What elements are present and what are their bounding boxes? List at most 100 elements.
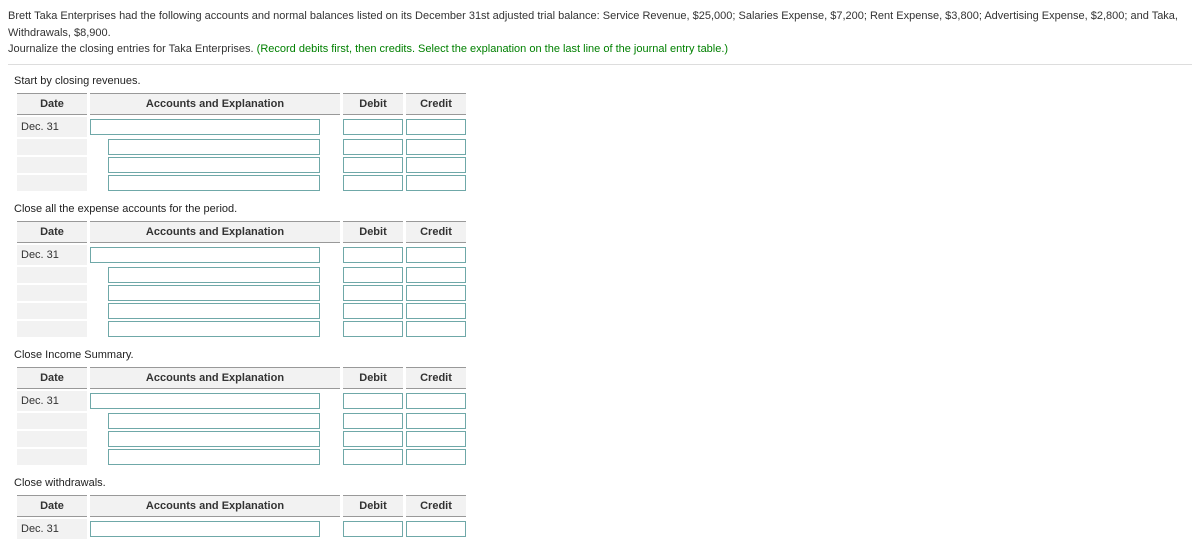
credit-input[interactable]: [406, 431, 466, 447]
col-header-debit: Debit: [343, 495, 403, 517]
step-title: Close Income Summary.: [14, 349, 1192, 361]
date-cell: [17, 139, 87, 155]
date-cell: Dec. 31: [17, 391, 87, 411]
step-title: Close withdrawals.: [14, 477, 1192, 489]
step-title: Close all the expense accounts for the p…: [14, 203, 1192, 215]
debit-input[interactable]: [343, 431, 403, 447]
date-cell: [17, 267, 87, 283]
accounts-explanation-input[interactable]: [108, 175, 320, 191]
date-cell: [17, 431, 87, 447]
journal-entry-table: DateAccounts and ExplanationDebitCredit D…: [14, 365, 469, 467]
intro-line1: Brett Taka Enterprises had the following…: [8, 8, 1192, 41]
intro-hint: (Record debits first, then credits. Sele…: [257, 43, 728, 55]
table-row: [17, 413, 466, 429]
credit-input[interactable]: [406, 247, 466, 263]
col-header-acct: Accounts and Explanation: [90, 93, 340, 115]
journal-entry-table: DateAccounts and ExplanationDebitCredit D…: [14, 493, 469, 541]
table-row: [17, 321, 466, 337]
accounts-explanation-input[interactable]: [108, 431, 320, 447]
col-header-credit: Credit: [406, 221, 466, 243]
debit-input[interactable]: [343, 413, 403, 429]
accounts-explanation-input[interactable]: [108, 267, 320, 283]
credit-input[interactable]: [406, 449, 466, 465]
problem-statement: Brett Taka Enterprises had the following…: [8, 8, 1192, 58]
accounts-explanation-input[interactable]: [108, 285, 320, 301]
table-row: [17, 267, 466, 283]
credit-input[interactable]: [406, 413, 466, 429]
col-header-acct: Accounts and Explanation: [90, 221, 340, 243]
divider: [8, 64, 1192, 65]
debit-input[interactable]: [343, 139, 403, 155]
date-cell: [17, 413, 87, 429]
table-row: Dec. 31: [17, 245, 466, 265]
credit-input[interactable]: [406, 393, 466, 409]
accounts-explanation-input[interactable]: [90, 119, 320, 135]
debit-input[interactable]: [343, 267, 403, 283]
date-cell: [17, 285, 87, 301]
date-cell: [17, 449, 87, 465]
credit-input[interactable]: [406, 267, 466, 283]
col-header-debit: Debit: [343, 367, 403, 389]
date-cell: Dec. 31: [17, 117, 87, 137]
debit-input[interactable]: [343, 175, 403, 191]
credit-input[interactable]: [406, 521, 466, 537]
accounts-explanation-input[interactable]: [90, 247, 320, 263]
col-header-date: Date: [17, 93, 87, 115]
debit-input[interactable]: [343, 521, 403, 537]
accounts-explanation-input[interactable]: [108, 157, 320, 173]
date-cell: [17, 157, 87, 173]
journal-entry-table: DateAccounts and ExplanationDebitCredit D…: [14, 219, 469, 339]
date-cell: [17, 321, 87, 337]
accounts-explanation-input[interactable]: [90, 393, 320, 409]
credit-input[interactable]: [406, 139, 466, 155]
table-row: [17, 431, 466, 447]
debit-input[interactable]: [343, 393, 403, 409]
intro-line2-prefix: Journalize the closing entries for Taka …: [8, 43, 257, 55]
debit-input[interactable]: [343, 449, 403, 465]
col-header-credit: Credit: [406, 495, 466, 517]
col-header-credit: Credit: [406, 93, 466, 115]
table-row: [17, 157, 466, 173]
col-header-credit: Credit: [406, 367, 466, 389]
debit-input[interactable]: [343, 247, 403, 263]
accounts-explanation-input[interactable]: [108, 303, 320, 319]
credit-input[interactable]: [406, 175, 466, 191]
table-row: [17, 449, 466, 465]
accounts-explanation-input[interactable]: [90, 521, 320, 537]
col-header-date: Date: [17, 221, 87, 243]
accounts-explanation-input[interactable]: [108, 413, 320, 429]
credit-input[interactable]: [406, 285, 466, 301]
table-row: [17, 139, 466, 155]
intro-line2: Journalize the closing entries for Taka …: [8, 41, 1192, 58]
date-cell: Dec. 31: [17, 519, 87, 539]
credit-input[interactable]: [406, 321, 466, 337]
table-row: Dec. 31: [17, 117, 466, 137]
table-row: [17, 285, 466, 301]
step-title: Start by closing revenues.: [14, 75, 1192, 87]
debit-input[interactable]: [343, 321, 403, 337]
col-header-date: Date: [17, 367, 87, 389]
credit-input[interactable]: [406, 119, 466, 135]
table-row: [17, 175, 466, 191]
debit-input[interactable]: [343, 303, 403, 319]
accounts-explanation-input[interactable]: [108, 139, 320, 155]
date-cell: [17, 175, 87, 191]
col-header-debit: Debit: [343, 93, 403, 115]
col-header-date: Date: [17, 495, 87, 517]
accounts-explanation-input[interactable]: [108, 321, 320, 337]
credit-input[interactable]: [406, 157, 466, 173]
col-header-debit: Debit: [343, 221, 403, 243]
col-header-acct: Accounts and Explanation: [90, 367, 340, 389]
debit-input[interactable]: [343, 157, 403, 173]
table-row: [17, 303, 466, 319]
credit-input[interactable]: [406, 303, 466, 319]
debit-input[interactable]: [343, 119, 403, 135]
debit-input[interactable]: [343, 285, 403, 301]
accounts-explanation-input[interactable]: [108, 449, 320, 465]
table-row: Dec. 31: [17, 391, 466, 411]
table-row: Dec. 31: [17, 519, 466, 539]
col-header-acct: Accounts and Explanation: [90, 495, 340, 517]
date-cell: Dec. 31: [17, 245, 87, 265]
journal-entry-table: DateAccounts and ExplanationDebitCredit D…: [14, 91, 469, 193]
date-cell: [17, 303, 87, 319]
